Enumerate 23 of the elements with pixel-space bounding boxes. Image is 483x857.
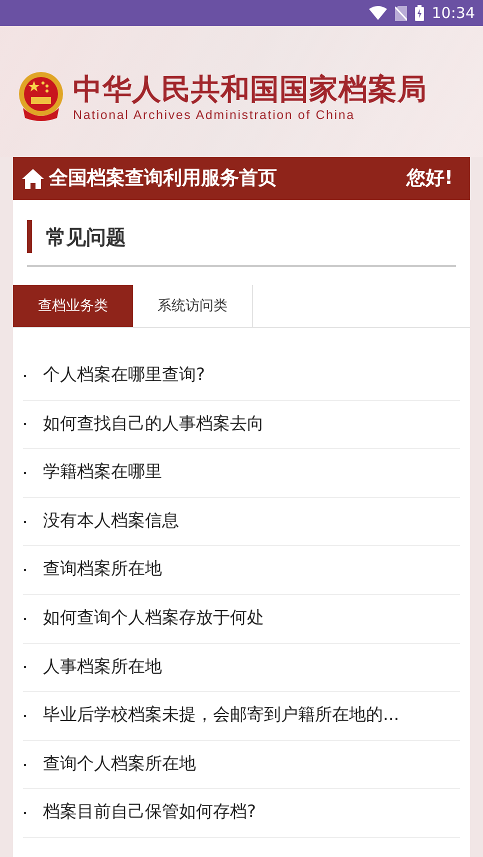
question-link[interactable]: 没有本人档案信息 xyxy=(43,508,179,534)
battery-icon xyxy=(414,5,424,21)
section-title: 常见问题 xyxy=(46,224,126,250)
question-link[interactable]: 个人档案在哪里查询? xyxy=(43,363,206,389)
home-icon xyxy=(22,168,44,188)
header-subtitle: National Archives Administration of China xyxy=(73,107,356,123)
question-link[interactable]: 毕业后学校档案未提，会邮寄到户籍所在地的... xyxy=(43,703,400,729)
heading-accent-bar xyxy=(27,220,32,253)
question-link[interactable]: 如何查询个人档案存放于何处 xyxy=(43,606,264,632)
wifi-icon xyxy=(368,6,387,20)
question-link[interactable]: 档案目前自己保管如何存档? xyxy=(43,800,256,826)
greeting-text: 您好! xyxy=(406,166,453,192)
question-link[interactable]: 人事档案所在地 xyxy=(43,654,162,680)
question-link[interactable]: 学籍档案在哪里 xyxy=(43,460,162,486)
no-sim-icon xyxy=(394,6,407,20)
home-link[interactable]: 全国档案查询利用服务首页 xyxy=(49,164,277,193)
category-tab[interactable]: 查档业务类 xyxy=(13,285,133,327)
header-title: 中华人民共和国国家档案局 xyxy=(73,71,427,107)
question-link[interactable]: 查询档案所在地 xyxy=(43,557,162,583)
emblem-icon xyxy=(17,72,65,122)
status-time: 10:34 xyxy=(432,2,475,24)
question-link[interactable]: 如何查找自己的人事档案去向 xyxy=(43,412,264,438)
question-link[interactable]: 查询个人档案所在地 xyxy=(43,752,196,778)
